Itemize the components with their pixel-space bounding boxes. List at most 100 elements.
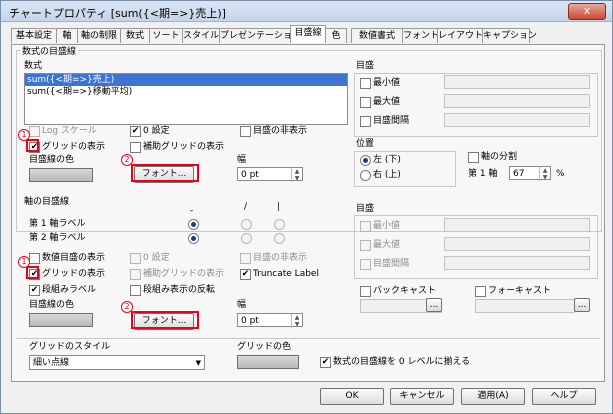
max-checkbox[interactable] (360, 97, 371, 108)
min-label: 最小値 (373, 78, 401, 88)
axis-width-spinner-icon[interactable]: ▲ ▼ (291, 314, 302, 328)
log-scale-checkbox[interactable] (29, 126, 40, 137)
position-right-radio[interactable] (360, 170, 371, 181)
forecast-checkbox[interactable] (475, 286, 486, 297)
axis-aux-grid-checkbox[interactable] (130, 269, 141, 280)
grid-style-label: グリッドのスタイル (29, 342, 111, 352)
tab-expressions[interactable]: 数式 (120, 28, 150, 43)
split-percent-input[interactable]: 67 ▲ ▼ (509, 166, 551, 181)
list-item[interactable]: sum({<期=>}移動平均) (25, 86, 347, 98)
interval-input[interactable] (444, 113, 590, 127)
axis-interval-checkbox[interactable] (360, 259, 371, 270)
width-label: 幅 (237, 155, 247, 165)
axis-width-input[interactable]: 0 pt ▲ ▼ (237, 313, 303, 328)
split-spinner-icon[interactable]: ▲ ▼ (539, 167, 550, 181)
highlight-axis-show-grid-checkbox (26, 266, 39, 279)
stagger-label: 段組みラベル (42, 285, 97, 295)
col-dash: - (190, 206, 194, 216)
ok-button[interactable]: OK (320, 388, 384, 405)
tab-style[interactable]: スタイル (182, 28, 220, 43)
position-title: 位置 (356, 139, 375, 149)
truncate-checkbox[interactable]: ✔ (240, 269, 251, 280)
dim1-dash-radio[interactable] (188, 219, 199, 230)
highlight-font-button (131, 164, 199, 182)
stagger-checkbox[interactable]: ✔ (29, 285, 40, 296)
gridlines-panel: 数式の目盛線 数式 sum({<期=>}売上) sum({<期=>}移動平均) … (11, 44, 605, 382)
axis-width-label: 幅 (237, 300, 247, 310)
stagger-reverse-checkbox[interactable] (130, 285, 141, 296)
width-spinner-icon[interactable]: ▲ ▼ (291, 168, 302, 182)
zero-setting-checkbox[interactable]: ✔ (130, 126, 141, 137)
list-item[interactable]: sum({<期=>}売上) (25, 74, 347, 86)
axis-interval-input[interactable] (444, 256, 590, 270)
max-input[interactable] (444, 94, 590, 108)
align-zero-checkbox[interactable]: ✔ (320, 357, 331, 368)
grid-style-value: 細い点線 (33, 358, 70, 368)
dim2-dash-radio[interactable] (188, 233, 199, 244)
marker-one-axis: 1 (18, 256, 30, 268)
tab-colors[interactable]: 色 (325, 28, 347, 43)
interval-checkbox[interactable] (360, 116, 371, 127)
footer-grid-color-swatch[interactable] (237, 355, 299, 369)
backcast-browse-button[interactable]: ... (426, 298, 442, 312)
axis-grid-color-swatch[interactable] (29, 313, 93, 327)
dim2-pipe-radio[interactable] (274, 233, 285, 244)
width-input[interactable]: 0 pt ▲ ▼ (237, 167, 303, 182)
split-unit: % (556, 169, 565, 179)
tab-presentation[interactable]: プレゼンテーション (219, 28, 301, 43)
aux-grid-checkbox[interactable] (130, 142, 141, 153)
axis-zero-label: 0 設定 (143, 253, 170, 263)
axis-hide-scale-checkbox[interactable] (240, 253, 251, 264)
axis-zero-checkbox[interactable] (130, 253, 141, 264)
expressions-list[interactable]: sum({<期=>}売上) sum({<期=>}移動平均) (24, 73, 348, 125)
marker-two: 2 (121, 154, 133, 166)
highlight-show-grid-checkbox (26, 139, 39, 152)
axis-max-input[interactable] (444, 237, 590, 251)
stagger-reverse-label: 段組み表示の反転 (143, 285, 216, 295)
axis-interval-label: 目盛間隔 (373, 259, 410, 269)
dim1-label: 第 1 軸ラベル (29, 219, 86, 229)
axis-min-label: 最小値 (373, 221, 401, 231)
truncate-label: Truncate Label (253, 269, 319, 279)
forecast-input[interactable] (475, 299, 575, 313)
log-scale-label: Log スケール (42, 126, 97, 136)
position-left-radio[interactable] (360, 155, 371, 166)
tab-font[interactable]: フォント (402, 28, 439, 43)
tab-layout[interactable]: レイアウト (437, 28, 483, 43)
axis-width-value: 0 pt (241, 316, 259, 326)
tab-caption[interactable]: キャプション (482, 28, 537, 43)
tab-number-format[interactable]: 数値書式 (351, 28, 403, 43)
hide-scale-checkbox[interactable] (240, 126, 251, 137)
col-pipe: | (277, 202, 281, 212)
split-axis-checkbox[interactable] (468, 152, 479, 163)
backcast-checkbox[interactable] (360, 286, 371, 297)
close-button[interactable]: x (568, 3, 606, 20)
min-input[interactable] (444, 75, 590, 89)
min-checkbox[interactable] (360, 78, 371, 89)
axis-grid-color-label: 目盛線の色 (29, 300, 75, 310)
tab-basic[interactable]: 基本設定 (11, 28, 57, 43)
show-numeric-checkbox[interactable] (29, 253, 40, 264)
tab-axis[interactable]: 軸 (56, 28, 78, 43)
dim2-slash-radio[interactable] (241, 233, 252, 244)
axis-min-checkbox[interactable] (360, 221, 371, 232)
first-axis-label: 第 1 軸 (468, 169, 498, 179)
tab-sort[interactable]: ソート (149, 28, 183, 43)
axis-min-input[interactable] (444, 218, 590, 232)
forecast-label: フォーキャスト (488, 286, 552, 296)
axis-max-checkbox[interactable] (360, 240, 371, 251)
hide-scale-label: 目盛の非表示 (253, 126, 308, 136)
align-zero-label: 数式の目盛線を 0 レベルに揃える (333, 357, 471, 367)
dim1-slash-radio[interactable] (241, 219, 252, 230)
expr-scale-title: 目盛 (356, 61, 375, 71)
tab-gridlines[interactable]: 目盛線 (290, 25, 326, 43)
cancel-button[interactable]: キャンセル (390, 388, 454, 405)
grid-style-dropdown[interactable]: 細い点線 ▼ (29, 355, 205, 370)
tab-axis-limits[interactable]: 軸の制限 (77, 28, 121, 43)
help-button[interactable]: ヘルプ (532, 388, 596, 405)
apply-button[interactable]: 適用(A) (461, 388, 525, 405)
grid-color-swatch[interactable] (29, 168, 93, 182)
dim1-pipe-radio[interactable] (274, 219, 285, 230)
backcast-label: バックキャスト (373, 286, 437, 296)
forecast-browse-button[interactable]: ... (574, 298, 590, 312)
